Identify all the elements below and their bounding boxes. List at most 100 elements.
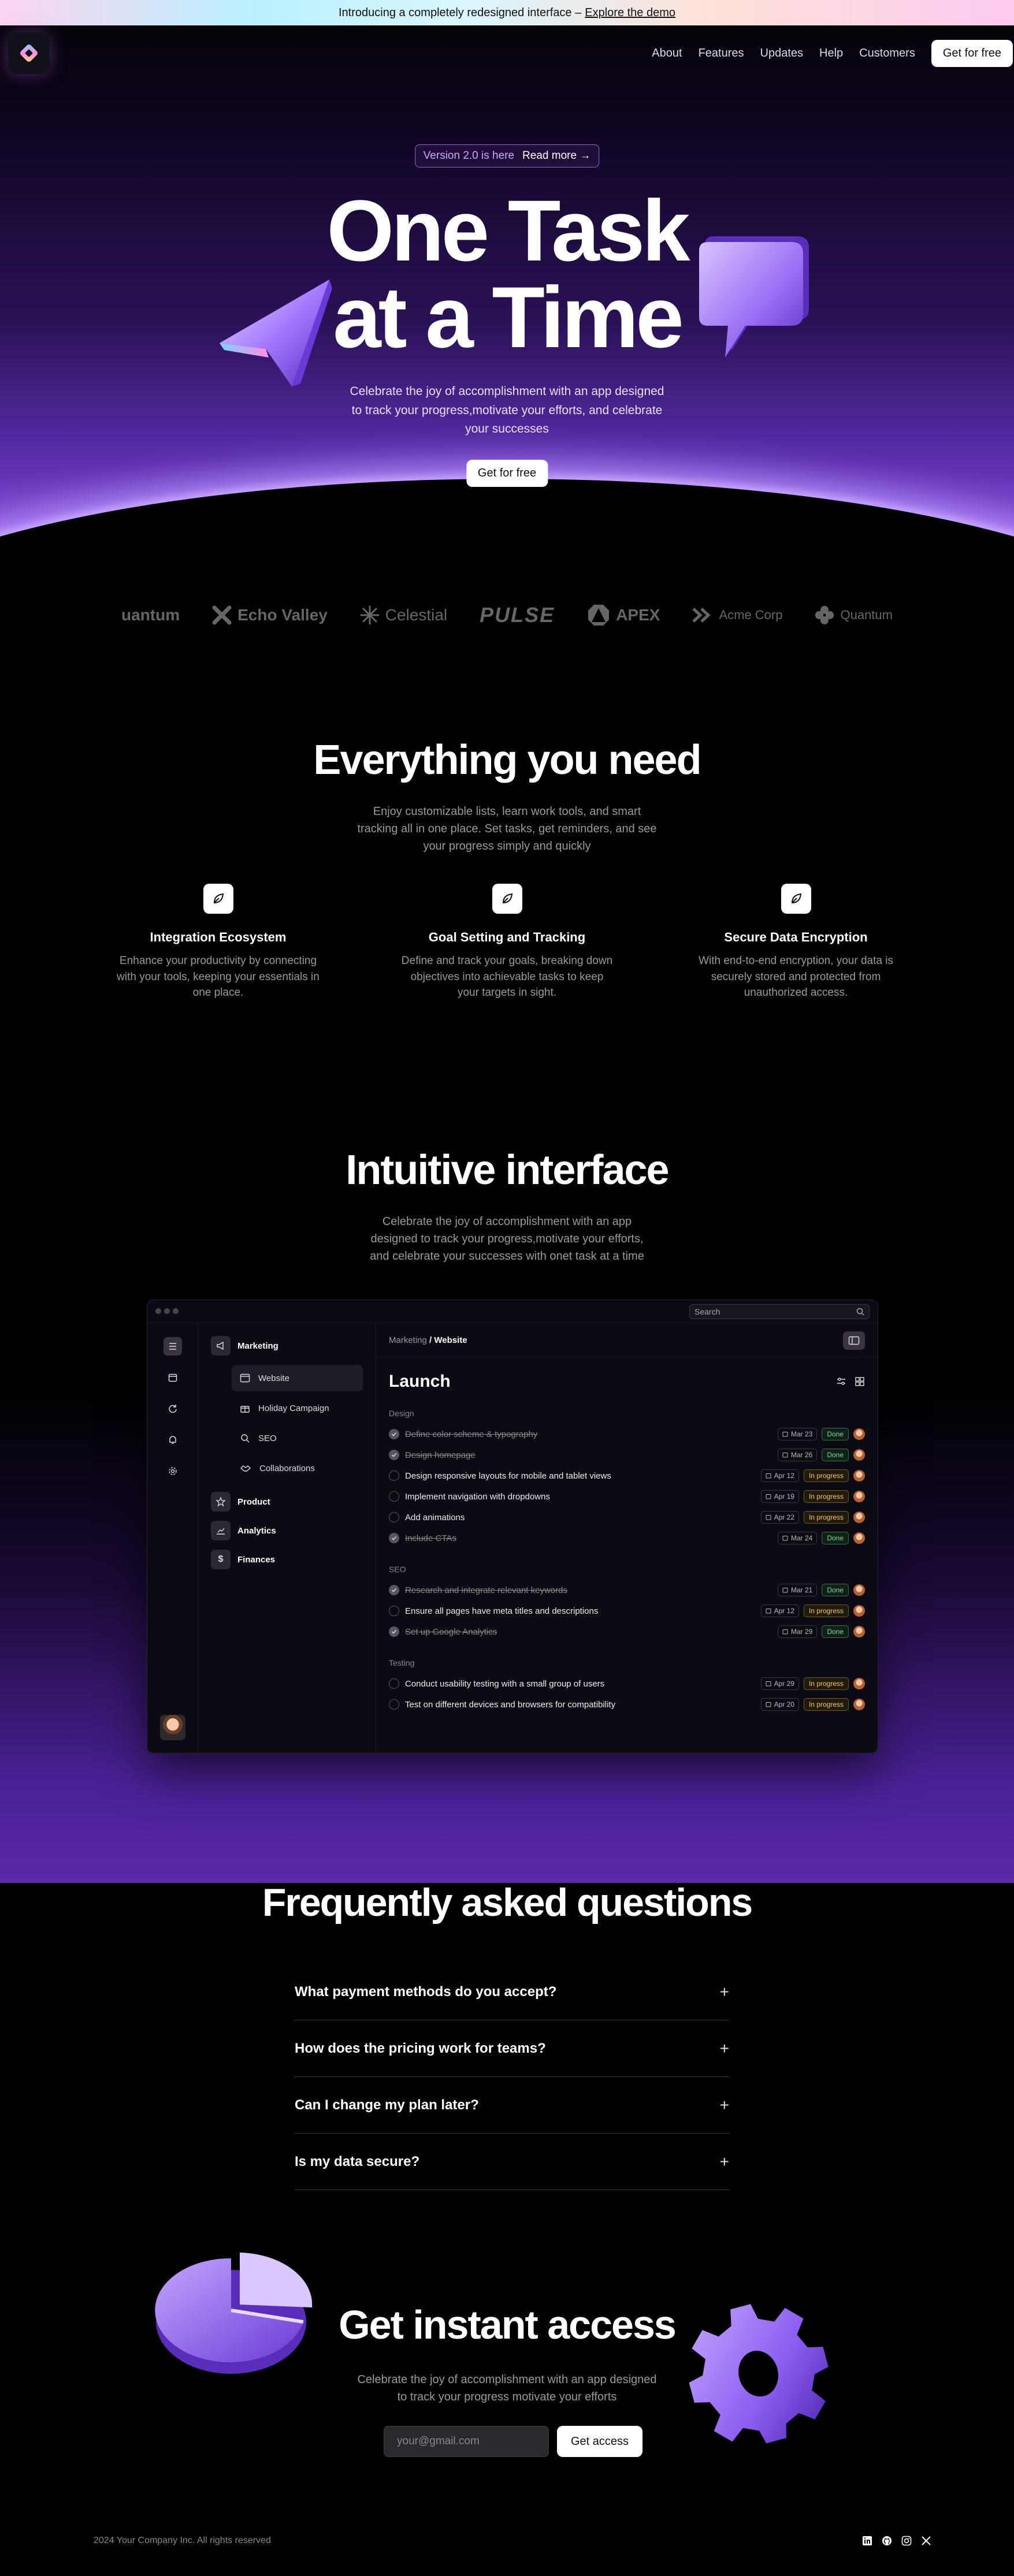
nav-features-link[interactable]: Features (699, 47, 744, 60)
filter-sliders-icon[interactable] (836, 1376, 846, 1387)
nav-get-free-button[interactable]: Get for free (931, 39, 1013, 67)
sidebar-group-product[interactable]: Product (211, 1492, 363, 1512)
nav-about-link[interactable]: About (652, 47, 682, 60)
task-date[interactable]: Apr 12 (760, 1605, 799, 1617)
sidebar-group-finances[interactable]: $ Finances (211, 1550, 363, 1569)
faq-item[interactable]: Is my data secure? + (295, 2134, 729, 2190)
assignee-avatar[interactable] (853, 1491, 865, 1502)
sidebar-item-website[interactable]: Website (232, 1365, 363, 1391)
rail-sync-button[interactable] (164, 1399, 182, 1418)
status-badge[interactable]: In progress (803, 1511, 849, 1524)
assignee-avatar[interactable] (853, 1428, 865, 1440)
faq-item[interactable]: What payment methods do you accept? + (295, 1964, 729, 2020)
assignee-avatar[interactable] (853, 1584, 865, 1596)
task-checkbox[interactable] (389, 1471, 399, 1481)
status-badge[interactable]: Done (822, 1532, 849, 1544)
task-checkbox[interactable] (389, 1429, 399, 1439)
task-row[interactable]: Research and integrate relevant keywords… (376, 1580, 878, 1600)
window-dot[interactable] (164, 1308, 170, 1314)
sidebar-group-marketing[interactable]: Marketing (211, 1336, 363, 1356)
task-date[interactable]: Mar 21 (777, 1584, 818, 1596)
status-badge[interactable]: In progress (803, 1490, 849, 1503)
faq-item[interactable]: How does the pricing work for teams? + (295, 2020, 729, 2077)
task-checkbox[interactable] (389, 1626, 399, 1637)
assignee-avatar[interactable] (853, 1626, 865, 1637)
instagram-icon[interactable] (901, 2536, 912, 2546)
task-row[interactable]: Set up Google Analytics Mar 29 Done (376, 1621, 878, 1642)
rail-settings-button[interactable] (164, 1462, 182, 1480)
x-twitter-icon[interactable] (921, 2536, 931, 2546)
rail-calendar-button[interactable] (164, 1368, 182, 1387)
window-dot[interactable] (173, 1308, 179, 1314)
user-avatar[interactable] (160, 1715, 185, 1740)
version-pill[interactable]: Version 2.0 is here Read more → (414, 144, 600, 167)
task-checkbox[interactable] (389, 1450, 399, 1460)
task-date[interactable]: Apr 19 (760, 1490, 799, 1503)
sidebar-item-holiday-campaign[interactable]: Holiday Campaign (232, 1395, 363, 1421)
breadcrumb-parent[interactable]: Marketing (389, 1335, 427, 1345)
task-row[interactable]: Conduct usability testing with a small g… (376, 1673, 878, 1694)
task-date[interactable]: Mar 24 (777, 1532, 818, 1544)
window-dot[interactable] (155, 1308, 161, 1314)
task-row[interactable]: Include CTAs Mar 24 Done (376, 1528, 878, 1548)
task-checkbox[interactable] (389, 1606, 399, 1616)
nav-updates-link[interactable]: Updates (760, 47, 804, 60)
task-row[interactable]: Add animations Apr 22 In progress (376, 1507, 878, 1528)
task-checkbox[interactable] (389, 1491, 399, 1502)
assignee-avatar[interactable] (853, 1532, 865, 1544)
rail-bell-button[interactable] (164, 1431, 182, 1449)
get-access-button[interactable]: Get access (557, 2426, 643, 2457)
read-more-link[interactable]: Read more → (522, 150, 590, 162)
task-row[interactable]: Design homepage Mar 26 Done (376, 1445, 878, 1465)
task-row[interactable]: Test on different devices and browsers f… (376, 1694, 878, 1715)
assignee-avatar[interactable] (853, 1605, 865, 1617)
email-input[interactable]: your@gmail.com (384, 2426, 549, 2457)
assignee-avatar[interactable] (853, 1678, 865, 1689)
task-row[interactable]: Implement navigation with dropdowns Apr 1… (376, 1486, 878, 1507)
grid-view-icon[interactable] (855, 1376, 865, 1387)
task-checkbox[interactable] (389, 1678, 399, 1689)
plus-icon[interactable]: + (720, 2039, 729, 2058)
assignee-avatar[interactable] (853, 1512, 865, 1523)
status-badge[interactable]: In progress (803, 1469, 849, 1482)
task-date[interactable]: Mar 29 (777, 1625, 818, 1638)
task-row[interactable]: Ensure all pages have meta titles and de… (376, 1600, 878, 1621)
brand-logo[interactable] (8, 32, 50, 74)
status-badge[interactable]: Done (822, 1449, 849, 1461)
task-date[interactable]: Apr 20 (760, 1698, 799, 1711)
status-badge[interactable]: Done (822, 1584, 849, 1596)
assignee-avatar[interactable] (853, 1470, 865, 1481)
nav-help-link[interactable]: Help (819, 47, 843, 60)
assignee-avatar[interactable] (853, 1449, 865, 1461)
task-checkbox[interactable] (389, 1533, 399, 1543)
task-date[interactable]: Apr 22 (760, 1511, 799, 1524)
sidebar-item-seo[interactable]: SEO (232, 1425, 363, 1451)
status-badge[interactable]: In progress (803, 1698, 849, 1711)
github-icon[interactable] (882, 2536, 892, 2546)
explore-demo-link[interactable]: Explore the demo (585, 6, 675, 20)
app-search-input[interactable]: Search (689, 1304, 870, 1319)
plus-icon[interactable]: + (720, 1983, 729, 2001)
faq-item[interactable]: Can I change my plan later? + (295, 2077, 729, 2134)
plus-icon[interactable]: + (720, 2096, 729, 2115)
status-badge[interactable]: Done (822, 1428, 849, 1440)
task-checkbox[interactable] (389, 1585, 399, 1595)
plus-icon[interactable]: + (720, 2153, 729, 2171)
status-badge[interactable]: In progress (803, 1605, 849, 1617)
rail-list-button[interactable] (163, 1337, 182, 1356)
linkedin-icon[interactable] (862, 2536, 872, 2546)
sidebar-group-analytics[interactable]: Analytics (211, 1521, 363, 1540)
task-row[interactable]: Design responsive layouts for mobile and… (376, 1465, 878, 1486)
task-date[interactable]: Apr 29 (760, 1677, 799, 1690)
task-date[interactable]: Mar 23 (777, 1428, 818, 1440)
toggle-panel-button[interactable] (843, 1331, 865, 1350)
task-checkbox[interactable] (389, 1512, 399, 1522)
assignee-avatar[interactable] (853, 1699, 865, 1710)
nav-customers-link[interactable]: Customers (859, 47, 915, 60)
task-date[interactable]: Apr 12 (760, 1469, 799, 1482)
task-date[interactable]: Mar 26 (777, 1449, 818, 1461)
sidebar-item-collaborations[interactable]: Collaborations (232, 1455, 363, 1481)
task-checkbox[interactable] (389, 1699, 399, 1710)
status-badge[interactable]: In progress (803, 1677, 849, 1690)
task-row[interactable]: Define color scheme & typography Mar 23 Do… (376, 1424, 878, 1445)
